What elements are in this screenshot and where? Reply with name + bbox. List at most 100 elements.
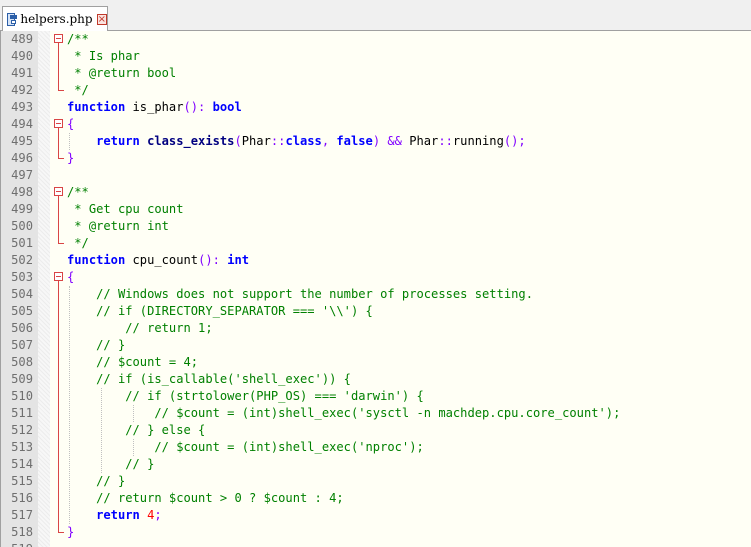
code-text: /** (67, 31, 89, 48)
save-icon (7, 12, 18, 26)
code-line[interactable]: 489 /** (1, 31, 751, 48)
line-number: 494 (11, 117, 33, 131)
close-icon[interactable]: × (96, 13, 107, 25)
code-line[interactable]: 514 // } (1, 456, 751, 473)
code-text: // if (is_callable('shell_exec')) { (67, 371, 351, 388)
code-line[interactable]: 505 // if (DIRECTORY_SEPARATOR === '\\')… (1, 303, 751, 320)
code-line[interactable]: 506 // return 1; (1, 320, 751, 337)
code-line[interactable]: 516 // return $count > 0 ? $count : 4; (1, 490, 751, 507)
fold-toggle-icon[interactable] (54, 119, 63, 128)
line-number: 508 (11, 355, 33, 369)
code-line[interactable]: 511 // $count = (int)shell_exec('sysctl … (1, 405, 751, 422)
code-token: is_phar (125, 100, 184, 114)
code-line[interactable]: 499 * Get cpu count (1, 201, 751, 218)
code-token: */ (67, 236, 89, 250)
code-line[interactable]: 498 /** (1, 184, 751, 201)
code-line[interactable]: 517 return 4; (1, 507, 751, 524)
code-token: (): (183, 100, 206, 114)
line-number: 493 (11, 100, 33, 114)
code-text: return 4; (67, 507, 162, 524)
code-line[interactable]: 495 return class_exists(Phar::class, fal… (1, 133, 751, 150)
code-token: false (336, 134, 373, 148)
code-token: Phar (401, 134, 439, 148)
code-text: // $count = (int)shell_exec('sysctl -n m… (67, 405, 620, 422)
code-text: function cpu_count(): int (67, 252, 249, 269)
code-token: // $count = (int)shell_exec('nproc'); (154, 440, 424, 454)
code-token: :: (270, 134, 286, 148)
line-number: 495 (11, 134, 33, 148)
code-text: // return $count > 0 ? $count : 4; (67, 490, 344, 507)
code-editor[interactable]: 489/** 490 * Is phar 491 * @return bool 492… (0, 31, 751, 547)
code-line[interactable]: 504 // Windows does not support the numb… (1, 286, 751, 303)
code-token: * Get cpu count (67, 202, 184, 216)
code-token: ) (372, 134, 381, 148)
line-number: 516 (11, 491, 33, 505)
fold-toggle-icon[interactable] (54, 187, 63, 196)
code-line[interactable]: 492 */ (1, 82, 751, 99)
code-line[interactable]: 508 // $count = 4; (1, 354, 751, 371)
code-text: // } (67, 456, 154, 473)
line-number: 505 (11, 304, 33, 318)
code-line[interactable]: 490 * Is phar (1, 48, 751, 65)
indent-guide (133, 439, 134, 456)
line-number: 498 (11, 185, 33, 199)
code-token: */ (67, 83, 89, 97)
line-number: 499 (11, 202, 33, 216)
code-token: // $count = (int)shell_exec('sysctl -n m… (154, 406, 621, 420)
code-line[interactable]: 509 // if (is_callable('shell_exec')) { (1, 371, 751, 388)
code-token: /** (67, 32, 89, 46)
code-line[interactable]: 491 * @return bool (1, 65, 751, 82)
code-text: // if (DIRECTORY_SEPARATOR === '\\') { (67, 303, 373, 320)
code-text: // Windows does not support the number o… (67, 286, 533, 303)
code-line[interactable]: 496} (1, 150, 751, 167)
code-line[interactable]: 493 function is_phar(): bool (1, 99, 751, 116)
code-text: // } (67, 337, 125, 354)
code-token: ; (154, 508, 162, 522)
line-number: 517 (11, 508, 33, 522)
code-line[interactable]: 515 // } (1, 473, 751, 490)
code-token: bool (212, 100, 242, 114)
code-line[interactable]: 502 function cpu_count(): int (1, 252, 751, 269)
code-token: /** (67, 185, 89, 199)
line-number: 496 (11, 151, 33, 165)
code-token: (): (198, 253, 220, 267)
code-line[interactable]: 503 { (1, 269, 751, 286)
code-line[interactable]: 500 * @return int (1, 218, 751, 235)
code-line[interactable]: 501 */ (1, 235, 751, 252)
code-token: class (285, 134, 322, 148)
fold-end-marker (58, 158, 64, 159)
code-token: * Is phar (67, 49, 140, 63)
code-token: return (96, 508, 140, 522)
code-token: running (452, 134, 504, 148)
fold-toggle-icon[interactable] (54, 34, 63, 43)
code-text: */ (67, 82, 89, 99)
code-line[interactable]: 494 { (1, 116, 751, 133)
code-text: // $count = (int)shell_exec('nproc'); (67, 439, 424, 456)
line-number: 510 (11, 389, 33, 403)
code-token: // } (96, 338, 126, 352)
file-tab[interactable]: helpers.php × (2, 6, 108, 31)
code-line[interactable]: 510 // if (strtolower(PHP_OS) === 'darwi… (1, 388, 751, 405)
code-line[interactable]: 518} (1, 524, 751, 541)
tab-filename: helpers.php (20, 12, 93, 26)
fold-toggle-icon[interactable] (54, 272, 63, 281)
code-line[interactable]: 512 // } else { (1, 422, 751, 439)
code-line[interactable]: 519 (1, 541, 751, 547)
line-number: 514 (11, 457, 33, 471)
tab-bar: helpers.php × (0, 0, 751, 31)
code-token: return (96, 134, 140, 148)
code-line[interactable]: 507 // } (1, 337, 751, 354)
code-text: { (67, 269, 74, 286)
line-number: 515 (11, 474, 33, 488)
code-token: // } else { (125, 423, 206, 437)
code-text: */ (67, 235, 89, 252)
code-line[interactable]: 513 // $count = (int)shell_exec('nproc')… (1, 439, 751, 456)
code-text: * @return int (67, 218, 169, 235)
code-line[interactable]: 497 (1, 167, 751, 184)
